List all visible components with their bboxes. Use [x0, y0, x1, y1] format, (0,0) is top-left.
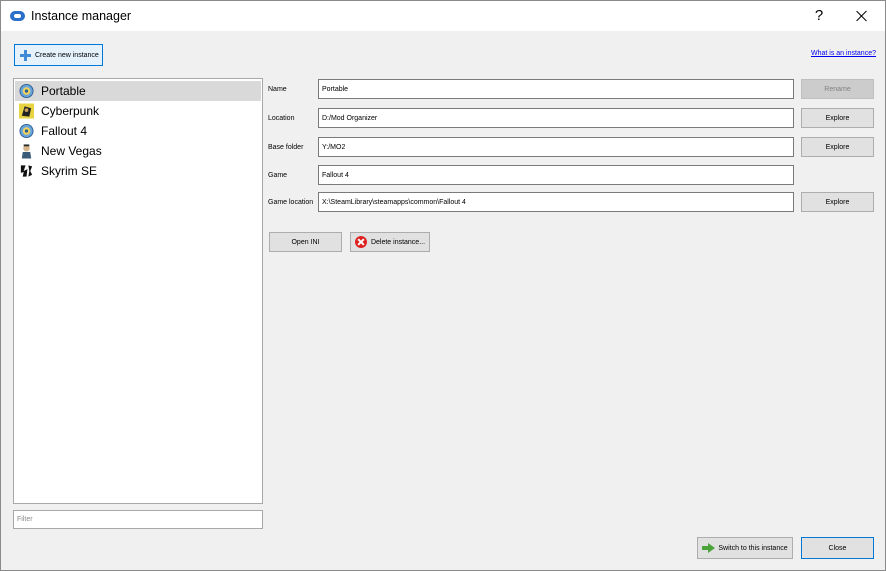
location-field[interactable]: D:/Mod Organizer [318, 108, 794, 128]
delete-icon [354, 236, 367, 248]
what-is-an-instance-link[interactable]: What is an instance? [811, 50, 876, 57]
instance-item-label: Portable [41, 84, 86, 98]
filter-placeholder: Filter [17, 516, 33, 523]
instance-item-label: Cyberpunk [41, 104, 100, 118]
base-folder-label: Base folder [268, 144, 304, 151]
open-ini-button[interactable]: Open INI [269, 232, 342, 252]
switch-instance-button[interactable]: Switch to this instance [697, 537, 793, 559]
close-button[interactable]: Close [801, 537, 874, 559]
skyrim-icon [19, 163, 34, 179]
plus-icon [20, 49, 31, 61]
instance-item-label: Fallout 4 [41, 124, 88, 138]
instance-list[interactable]: Portable Cyberpunk Fallout 4 New Vegas S… [13, 78, 263, 504]
close-window-icon[interactable] [849, 5, 875, 27]
rename-button[interactable]: Rename [801, 79, 874, 99]
instance-item-label: Skyrim SE [41, 164, 98, 178]
switch-instance-label: Switch to this instance [718, 544, 788, 552]
location-explore-button[interactable]: Explore [801, 108, 874, 128]
game-location-field[interactable]: X:\SteamLibrary\steamapps\common\Fallout… [318, 192, 794, 212]
game-location-explore-button[interactable]: Explore [801, 192, 874, 212]
instance-item-new-vegas[interactable]: New Vegas [15, 141, 261, 161]
instance-item-skyrim-se[interactable]: Skyrim SE [15, 161, 261, 181]
game-location-label: Game location [268, 199, 314, 206]
instance-item-cyberpunk[interactable]: Cyberpunk [15, 101, 261, 121]
fallout-vault-boy-icon [19, 83, 34, 99]
help-button[interactable]: ? [807, 5, 831, 27]
instance-item-fallout-4[interactable]: Fallout 4 [15, 121, 261, 141]
mod-organizer-app-icon [10, 11, 25, 21]
game-label: Game [268, 172, 288, 179]
delete-instance-button[interactable]: Delete instance... [350, 232, 430, 252]
instance-manager-window: Instance manager ? Create new instance W… [0, 0, 886, 571]
green-arrow-icon [702, 543, 716, 553]
location-label: Location [268, 115, 295, 122]
title-bar: Instance manager ? [1, 1, 885, 31]
base-folder-field[interactable]: Y:/MO2 [318, 137, 794, 157]
fallout-vault-boy-icon [19, 123, 34, 139]
window-title: Instance manager [31, 9, 132, 23]
name-field[interactable]: Portable [318, 79, 794, 99]
game-field: Fallout 4 [318, 165, 794, 185]
instance-item-portable[interactable]: Portable [15, 81, 261, 101]
delete-instance-label: Delete instance... [370, 238, 426, 246]
new-vegas-icon [21, 144, 32, 159]
instance-item-label: New Vegas [41, 144, 102, 158]
name-label: Name [268, 86, 287, 93]
cyberpunk-icon [19, 103, 34, 119]
create-new-instance-label: Create new instance [35, 51, 99, 59]
create-new-instance-button[interactable]: Create new instance [14, 44, 103, 66]
base-folder-explore-button[interactable]: Explore [801, 137, 874, 157]
filter-input[interactable]: Filter [13, 510, 263, 529]
